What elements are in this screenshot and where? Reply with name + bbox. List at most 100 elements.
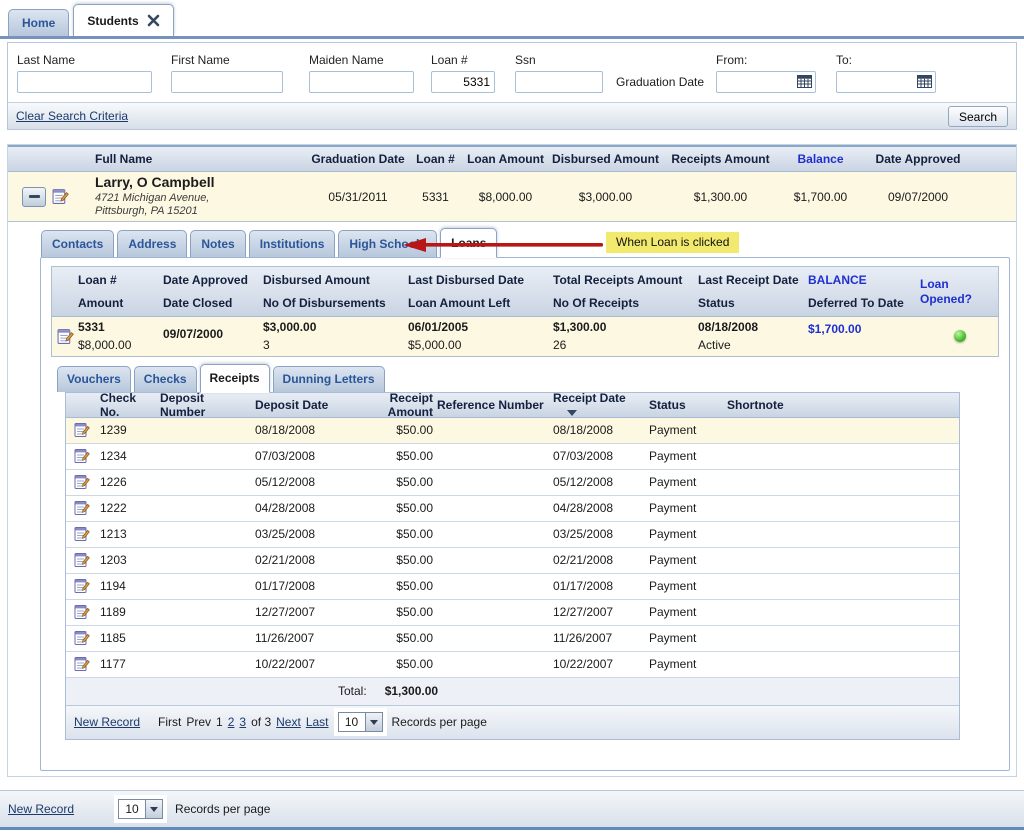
receipt-amount: $50.00 bbox=[345, 527, 435, 541]
close-icon[interactable] bbox=[147, 14, 160, 27]
new-record-link[interactable]: New Record bbox=[74, 715, 140, 729]
receipt-row[interactable]: 1222 04/28/2008 $50.00 04/28/2008 Paymen… bbox=[66, 496, 959, 522]
edit-icon[interactable] bbox=[57, 328, 74, 345]
receipt-status: Payment bbox=[647, 501, 725, 515]
ssn-input[interactable] bbox=[515, 71, 603, 93]
col-receipt-amount[interactable]: Receipt Amount bbox=[345, 391, 435, 419]
receipt-row[interactable]: 1226 05/12/2008 $50.00 05/12/2008 Paymen… bbox=[66, 470, 959, 496]
edit-icon[interactable] bbox=[74, 500, 90, 516]
receipt-date: 08/18/2008 bbox=[551, 423, 647, 437]
edit-icon[interactable] bbox=[74, 552, 90, 568]
receipt-deposit-date: 04/28/2008 bbox=[253, 501, 345, 515]
loan-col-header-balance[interactable]: BALANCE bbox=[808, 273, 920, 287]
tab-address[interactable]: Address bbox=[117, 230, 187, 257]
tab-dunning-letters[interactable]: Dunning Letters bbox=[273, 366, 385, 392]
receipt-amount: $50.00 bbox=[345, 657, 435, 671]
receipt-status: Payment bbox=[647, 527, 725, 541]
edit-icon[interactable] bbox=[74, 578, 90, 594]
last-name-input[interactable] bbox=[17, 71, 152, 93]
page-next-link[interactable]: Next bbox=[276, 715, 301, 729]
tab-institutions[interactable]: Institutions bbox=[249, 230, 336, 257]
receipt-row[interactable]: 1239 08/18/2008 $50.00 08/18/2008 Paymen… bbox=[66, 418, 959, 444]
edit-icon[interactable] bbox=[74, 630, 90, 646]
tab-home[interactable]: Home bbox=[8, 9, 69, 36]
calendar-icon[interactable] bbox=[917, 75, 932, 88]
loan-row[interactable]: 5331 $8,000.00 09/07/2000 $3,000.00 3 06… bbox=[52, 317, 998, 356]
loan-opened-indicator bbox=[954, 330, 966, 342]
tab-checks[interactable]: Checks bbox=[134, 366, 197, 392]
loan-balance-value[interactable]: $1,700.00 bbox=[808, 322, 920, 336]
receipt-status: Payment bbox=[647, 579, 725, 593]
graduation-to-label: To: bbox=[836, 53, 936, 67]
tab-receipts[interactable]: Receipts bbox=[200, 364, 270, 393]
receipt-deposit-date: 03/25/2008 bbox=[253, 527, 345, 541]
first-name-input[interactable] bbox=[171, 71, 283, 93]
chevron-down-icon[interactable] bbox=[145, 800, 162, 818]
edit-icon[interactable] bbox=[74, 526, 90, 542]
receipt-row[interactable]: 1194 01/17/2008 $50.00 01/17/2008 Paymen… bbox=[66, 574, 959, 600]
receipt-row[interactable]: 1213 03/25/2008 $50.00 03/25/2008 Paymen… bbox=[66, 522, 959, 548]
new-record-link[interactable]: New Record bbox=[8, 802, 74, 816]
loan-col-header: No Of Disbursements bbox=[263, 296, 408, 310]
collapse-row-button[interactable] bbox=[22, 187, 46, 207]
clear-search-criteria-link[interactable]: Clear Search Criteria bbox=[16, 109, 128, 123]
col-status[interactable]: Status bbox=[647, 398, 725, 412]
receipt-status: Payment bbox=[647, 657, 725, 671]
edit-icon[interactable] bbox=[52, 188, 69, 205]
students-results-section: Full Name Graduation Date Loan # Loan Am… bbox=[7, 144, 1017, 777]
receipt-row[interactable]: 1189 12/27/2007 $50.00 12/27/2007 Paymen… bbox=[66, 600, 959, 626]
tab-students[interactable]: Students bbox=[73, 4, 173, 36]
receipt-row[interactable]: 1203 02/21/2008 $50.00 02/21/2008 Paymen… bbox=[66, 548, 959, 574]
loan-value: $1,300.00 bbox=[553, 320, 698, 334]
loan-col-header-loan-opened[interactable]: Loan Opened? bbox=[920, 277, 1000, 306]
edit-icon[interactable] bbox=[74, 604, 90, 620]
loan-value: $5,000.00 bbox=[408, 338, 553, 352]
loan-sub-tabs: Vouchers Checks Receipts Dunning Letters bbox=[57, 364, 1009, 392]
page-size-select[interactable]: 10 bbox=[118, 799, 163, 819]
page-size-select[interactable]: 10 bbox=[338, 712, 383, 732]
receipt-row[interactable]: 1177 10/22/2007 $50.00 10/22/2007 Paymen… bbox=[66, 652, 959, 678]
receipt-date: 03/25/2008 bbox=[551, 527, 647, 541]
loan-number-input[interactable] bbox=[431, 71, 495, 93]
col-receipt-date[interactable]: Receipt Date bbox=[551, 391, 647, 419]
receipts-total-row: Total: $1,300.00 bbox=[66, 678, 959, 706]
loan-value: 3 bbox=[263, 338, 408, 352]
col-shortnote[interactable]: Shortnote bbox=[725, 398, 959, 412]
col-deposit-number[interactable]: Deposit Number bbox=[158, 391, 253, 419]
calendar-icon[interactable] bbox=[797, 75, 812, 88]
col-deposit-date[interactable]: Deposit Date bbox=[253, 398, 345, 412]
receipt-row[interactable]: 1234 07/03/2008 $50.00 07/03/2008 Paymen… bbox=[66, 444, 959, 470]
maiden-name-input[interactable] bbox=[309, 71, 414, 93]
receipt-date: 05/12/2008 bbox=[551, 475, 647, 489]
edit-icon[interactable] bbox=[74, 656, 90, 672]
receipt-check-no: 1234 bbox=[98, 449, 158, 463]
receipt-row[interactable]: 1185 11/26/2007 $50.00 11/26/2007 Paymen… bbox=[66, 626, 959, 652]
edit-icon[interactable] bbox=[74, 448, 90, 464]
edit-icon[interactable] bbox=[74, 422, 90, 438]
receipts-pagination: New Record First Prev 1 2 3 of 3 Next La… bbox=[66, 706, 959, 739]
receipt-status: Payment bbox=[647, 449, 725, 463]
search-footer-bar: Clear Search Criteria Search bbox=[8, 102, 1016, 129]
col-reference-number[interactable]: Reference Number bbox=[435, 398, 551, 412]
col-balance[interactable]: Balance bbox=[778, 152, 863, 166]
tab-vouchers[interactable]: Vouchers bbox=[57, 366, 131, 392]
page-2-link[interactable]: 2 bbox=[228, 715, 235, 729]
chevron-down-icon[interactable] bbox=[365, 713, 382, 731]
window-tab-bar: Home Students bbox=[0, 0, 1024, 39]
students-table-header: Full Name Graduation Date Loan # Loan Am… bbox=[8, 145, 1016, 172]
loan-value: 09/07/2000 bbox=[163, 327, 263, 341]
student-row[interactable]: Larry, O Campbell 4721 Michigan Avenue, … bbox=[8, 172, 1016, 222]
page-3-link[interactable]: 3 bbox=[239, 715, 246, 729]
tab-notes[interactable]: Notes bbox=[190, 230, 245, 257]
loan-col-header: Status bbox=[698, 296, 808, 310]
loan-col-header: Disbursed Amount bbox=[263, 273, 408, 287]
receipt-check-no: 1185 bbox=[98, 631, 158, 645]
search-button[interactable]: Search bbox=[948, 106, 1008, 127]
sort-desc-icon[interactable] bbox=[567, 410, 577, 416]
receipt-date: 12/27/2007 bbox=[551, 605, 647, 619]
edit-icon[interactable] bbox=[74, 474, 90, 490]
student-address-line1: 4721 Michigan Avenue, bbox=[95, 192, 308, 206]
tab-contacts[interactable]: Contacts bbox=[41, 230, 114, 257]
col-check-no[interactable]: Check No. bbox=[98, 391, 158, 419]
page-last-link[interactable]: Last bbox=[306, 715, 329, 729]
